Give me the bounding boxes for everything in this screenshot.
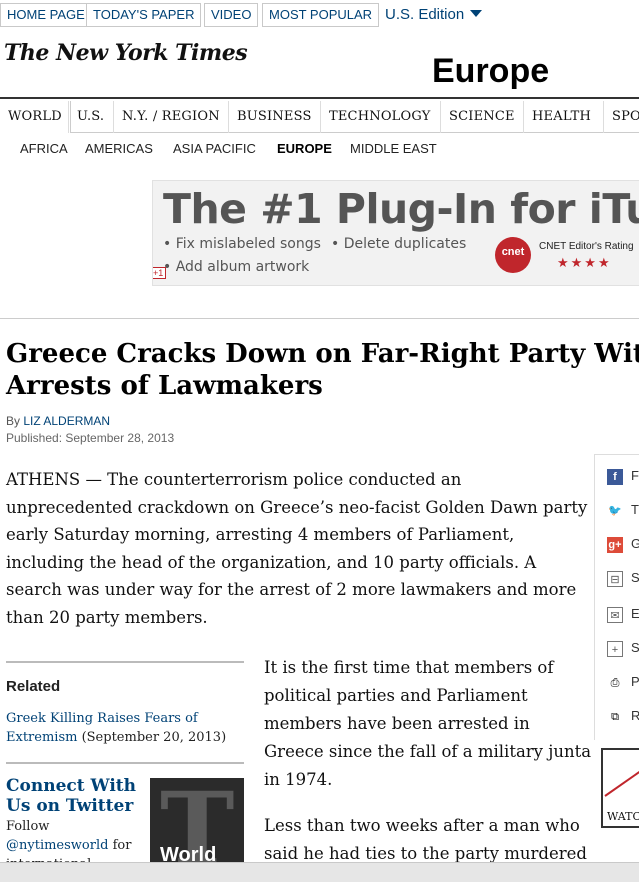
cnet-logo: cnet [495, 237, 531, 273]
subnav-africa[interactable]: AFRICA [20, 141, 68, 156]
share-facebook[interactable]: f F [607, 467, 639, 489]
nav-item-ny-region[interactable]: N.Y. / REGION [113, 101, 228, 133]
browser-bottom-bar [0, 862, 639, 882]
print-icon: ⎙ [610, 677, 620, 689]
masthead-divider [0, 97, 639, 99]
share-twitter[interactable]: 🐦 T [607, 501, 639, 523]
facebook-icon: f [607, 469, 623, 485]
connect-twitter-text: Follow @nytimesworld for international [6, 817, 146, 863]
nav-item-us[interactable]: U.S. [68, 101, 112, 133]
watch-ad-graphic [604, 760, 639, 797]
nav-item-world[interactable]: WORLD [0, 101, 71, 133]
twitter-icon: 🐦 [608, 505, 622, 517]
watch-ad[interactable]: WATC [601, 748, 639, 828]
byline-prefix: By [6, 414, 21, 428]
share-save[interactable]: ⊟ S [607, 569, 639, 591]
share-label: E [631, 606, 639, 621]
share-tools: f F 🐦 T g+ G ⊟ S ✉ E + S ⎙ P ⧉ R [594, 454, 639, 740]
watch-ad-label: WATC [607, 810, 639, 823]
reprints-icon: ⧉ [611, 711, 619, 723]
related-divider [6, 661, 244, 663]
edition-label: U.S. Edition [385, 6, 465, 23]
article-paragraph: Less than two weeks after a man who said… [264, 816, 587, 863]
subnav-europe[interactable]: EUROPE [277, 141, 332, 156]
star-rating-icon: ★★★★ [557, 255, 612, 270]
nav-item-science[interactable]: SCIENCE [440, 101, 523, 133]
share-label: G [631, 536, 639, 551]
subnav-americas[interactable]: AMERICAS [85, 141, 153, 156]
share-label: S [631, 640, 639, 655]
related-date: (September 20, 2013) [81, 730, 227, 745]
share-label: P [631, 674, 639, 689]
share-label: T [631, 502, 639, 517]
related-item: Greek Killing Raises Fears of Extremism … [6, 709, 246, 747]
byline: By LIZ ALDERMAN [6, 414, 110, 428]
follow-label: Follow [6, 819, 50, 834]
share-more[interactable]: + S [607, 639, 639, 661]
share-label: S [631, 570, 639, 585]
share-reprints[interactable]: ⧉ R [607, 707, 639, 729]
tab-home-page[interactable]: HOME PAGE [0, 3, 92, 27]
published-date: Published: September 28, 2013 [6, 431, 175, 445]
ad-headline: The #1 Plug-In for iTunes [163, 185, 639, 233]
related-heading: Related [6, 678, 61, 695]
nav-item-health[interactable]: HEALTH [523, 101, 599, 133]
ad-bullet: • Delete duplicates [331, 236, 467, 252]
chevron-down-icon [470, 10, 483, 17]
share-print[interactable]: ⎙ P [607, 673, 639, 695]
ad-rating-label: CNET Editor's Rating [539, 241, 634, 252]
nav-item-technology[interactable]: TECHNOLOGY [320, 101, 439, 133]
related-divider [6, 762, 244, 764]
nyt-world-logo[interactable]: T World [150, 778, 244, 866]
ad-bullet: • Add album artwork [163, 259, 310, 275]
tab-video[interactable]: VIDEO [204, 3, 259, 27]
author-link[interactable]: LIZ ALDERMAN [23, 414, 110, 428]
nav-item-business[interactable]: BUSINESS [228, 101, 320, 133]
section-title: Europe [432, 52, 550, 90]
nyt-logo[interactable]: The New York Times [4, 40, 248, 66]
subnav-asia-pacific[interactable]: ASIA PACIFIC [173, 141, 256, 156]
main-nav: WORLD U.S. N.Y. / REGION BUSINESS TECHNO… [0, 101, 639, 133]
share-email[interactable]: ✉ E [607, 605, 639, 627]
share-label: R [631, 708, 639, 723]
subnav-middle-east[interactable]: MIDDLE EAST [350, 141, 437, 156]
article-paragraph: It is the first time that members of pol… [264, 658, 592, 789]
tab-todays-paper[interactable]: TODAY'S PAPER [86, 3, 202, 27]
connect-twitter-title[interactable]: Connect With Us on Twitter [6, 776, 146, 816]
google-plus-icon: g+ [607, 537, 623, 553]
email-icon: ✉ [607, 607, 623, 623]
nav-item-sports[interactable]: SPO [603, 101, 639, 133]
plus-icon: + [607, 641, 623, 657]
twitter-handle-link[interactable]: @nytimesworld [6, 838, 108, 853]
top-utility-bar: HOME PAGE TODAY'S PAPER VIDEO MOST POPUL… [0, 0, 639, 30]
ad-divider [0, 318, 639, 319]
edition-selector[interactable]: U.S. Edition [385, 4, 483, 26]
article-title: Greece Cracks Down on Far-Right Party Wi… [6, 339, 639, 401]
advertisement-banner[interactable]: The #1 Plug-In for iTunes • Fix mislabel… [152, 180, 639, 286]
share-google-plus[interactable]: g+ G [607, 535, 639, 557]
article-lead-paragraph: ATHENS — The counterterrorism police con… [6, 470, 588, 627]
save-icon: ⊟ [607, 571, 623, 587]
share-label: F [631, 468, 639, 483]
google-plus-one-button[interactable]: +1 [153, 267, 167, 279]
ad-bullet: • Fix mislabeled songs [163, 236, 321, 252]
tab-most-popular[interactable]: MOST POPULAR [262, 3, 380, 27]
